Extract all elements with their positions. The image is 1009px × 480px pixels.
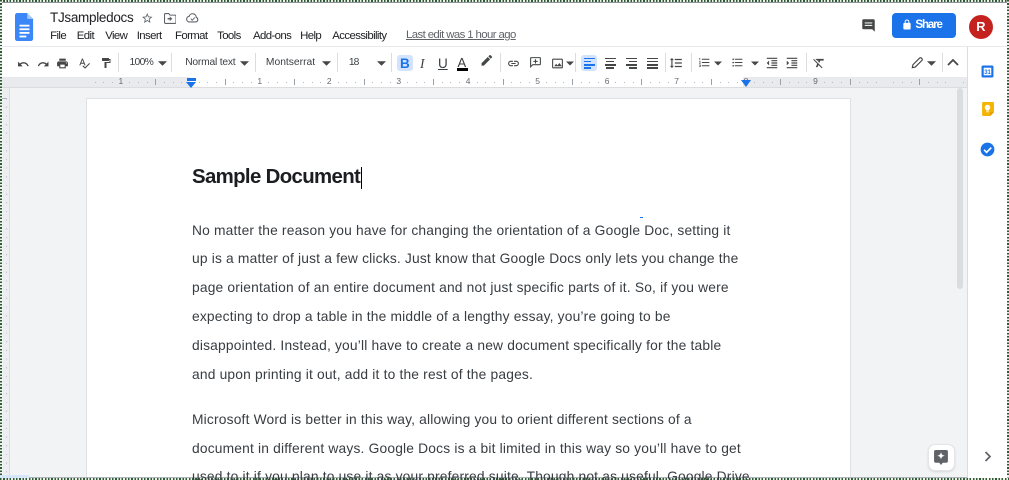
- svg-text:31: 31: [984, 69, 991, 75]
